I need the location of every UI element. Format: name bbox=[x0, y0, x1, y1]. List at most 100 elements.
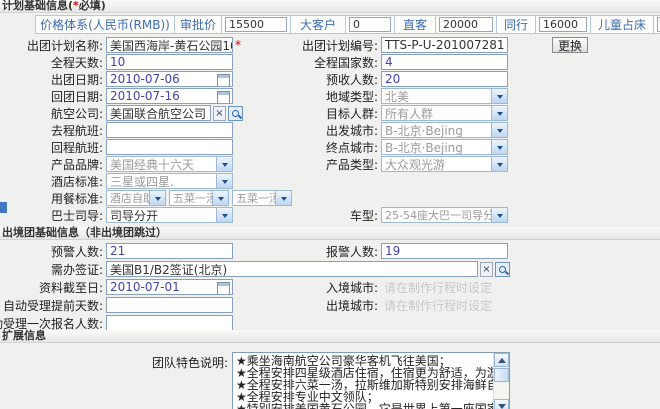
bus-guide-select[interactable]: 司导分开 bbox=[106, 207, 233, 223]
region-type-label: 地域类型: bbox=[326, 88, 378, 105]
plan-basic-form: 出团计划名称: 美国西海岸-黄石公园10日* 出团计划编号: TTS-P-U-2… bbox=[0, 37, 660, 224]
price-label-cell: 同行 bbox=[496, 15, 536, 34]
price-label-cell: 直客 bbox=[394, 15, 436, 34]
total-days-input[interactable]: 10 bbox=[106, 54, 233, 70]
plan-code-label: 出团计划编号: bbox=[302, 37, 378, 54]
price-label-cell: 儿童占床 bbox=[590, 15, 654, 34]
price-table: 价格体系(人民币(RMB)) 审批价 15500 大客户 0 直客 20000 … bbox=[35, 15, 660, 34]
region-type-select[interactable]: 北美 bbox=[381, 88, 508, 104]
visa-input[interactable]: 美国B1/B2签证(北京) bbox=[106, 261, 478, 277]
team-features-row: 团队特色说明: ★乘坐海南航空公司豪华客机飞往美国； ★全程安排四星级酒店住宿，… bbox=[0, 352, 510, 409]
end-city-label: 终点城市: bbox=[326, 139, 378, 156]
change-code-button[interactable]: 更换 bbox=[552, 37, 588, 53]
chevron-down-icon[interactable] bbox=[149, 191, 165, 205]
clear-icon[interactable] bbox=[213, 106, 226, 121]
form-row: 酒店标准: 三星或四星. bbox=[0, 173, 660, 189]
form-row: 航空公司: 美国联合航空公司 目标人群: 所有人群 bbox=[0, 105, 660, 121]
direct-customer-price-input[interactable]: 20000 bbox=[439, 17, 493, 32]
chevron-down-icon[interactable] bbox=[491, 208, 507, 222]
plan-name-input[interactable]: 美国西海岸-黄石公园10日 bbox=[106, 37, 233, 53]
material-deadline-input[interactable]: 2010-07-01 bbox=[106, 279, 233, 295]
meal-standard-select-3[interactable]: 五菜一汤 bbox=[232, 190, 292, 206]
section-title: 计划基础信息( bbox=[2, 0, 73, 12]
scrollbar[interactable] bbox=[493, 353, 509, 409]
return-date-input[interactable]: 2010-07-16 bbox=[106, 88, 233, 104]
depart-date-input[interactable]: 2010-07-06 bbox=[106, 71, 233, 87]
chevron-down-icon[interactable] bbox=[491, 157, 507, 171]
calendar-icon[interactable] bbox=[217, 74, 230, 87]
section-title: 扩展信息 bbox=[2, 329, 46, 342]
expect-count-input[interactable]: 20 bbox=[381, 71, 508, 87]
form-row: 出团日期: 2010-07-06 预收人数: 20 bbox=[0, 71, 660, 87]
product-type-label: 产品类型: bbox=[326, 156, 378, 173]
plan-name-label: 出团计划名称: bbox=[27, 37, 103, 54]
form-row: 用餐标准: 酒店自助五菜一汤五菜一汤 bbox=[0, 190, 660, 206]
form-row: 需办签证: 美国B1/B2签证(北京) bbox=[0, 261, 660, 277]
key-account-price-input[interactable]: 0 bbox=[349, 17, 391, 32]
meal-standard-select-1[interactable]: 酒店自助 bbox=[106, 190, 166, 206]
country-count-label: 全程国家数: bbox=[314, 54, 378, 71]
material-deadline-label: 资料截至日: bbox=[39, 279, 103, 296]
chevron-down-icon[interactable] bbox=[491, 123, 507, 137]
visa-label: 需办签证: bbox=[51, 261, 103, 278]
return-flight-input[interactable] bbox=[106, 139, 233, 155]
section-header-outbound: 出境团基础信息（非出境团跳过） bbox=[0, 227, 660, 240]
depart-city-select[interactable]: B-北京·Bejing bbox=[381, 122, 508, 138]
form-row: 预警人数: 21 报警人数: 19 bbox=[0, 243, 660, 259]
form-row: 回团日期: 2010-07-16 地域类型: 北美 bbox=[0, 88, 660, 104]
form-row: 回程航班: 终点城市: B-北京·Bejing bbox=[0, 139, 660, 155]
alarm-count-input[interactable]: 19 bbox=[381, 243, 508, 259]
calendar-icon[interactable] bbox=[217, 282, 230, 295]
product-type-select[interactable]: 大众观光游 bbox=[381, 156, 508, 172]
approval-price-input[interactable]: 15500 bbox=[225, 17, 287, 32]
target-group-select[interactable]: 所有人群 bbox=[381, 105, 508, 121]
clear-icon[interactable] bbox=[480, 262, 493, 277]
form-row: 自动受理一次报名人数: bbox=[0, 315, 660, 331]
chevron-down-icon[interactable] bbox=[275, 191, 291, 205]
price-value-cell: 15500 bbox=[221, 15, 291, 34]
end-city-select[interactable]: B-北京·Bejing bbox=[381, 139, 508, 155]
price-value-cell: 16000 bbox=[535, 15, 591, 34]
scrollbar-up-icon[interactable] bbox=[494, 353, 509, 367]
entry-city-placeholder: 请在制作行程时设定 bbox=[384, 279, 492, 296]
price-value-cell: 0 bbox=[345, 15, 395, 34]
scrollbar-thumb[interactable] bbox=[494, 368, 509, 382]
auto-accept-count-input[interactable] bbox=[106, 315, 233, 331]
price-value-cell: 20000 bbox=[435, 15, 497, 34]
auto-accept-days-input[interactable] bbox=[106, 297, 233, 313]
hotel-standard-label: 酒店标准: bbox=[51, 173, 103, 190]
chevron-down-icon[interactable] bbox=[216, 157, 232, 171]
chevron-down-icon[interactable] bbox=[212, 191, 228, 205]
chevron-down-icon[interactable] bbox=[491, 140, 507, 154]
chevron-down-icon[interactable] bbox=[216, 208, 232, 222]
airline-input[interactable]: 美国联合航空公司 bbox=[106, 105, 211, 121]
plan-code-input[interactable]: TTS-P-U-201007281 bbox=[381, 37, 508, 53]
exit-city-placeholder: 请在制作行程时设定 bbox=[384, 297, 492, 314]
hotel-standard-select[interactable]: 三星或四星. bbox=[106, 173, 233, 189]
exit-city-label: 出境城市: bbox=[326, 297, 378, 314]
search-icon[interactable] bbox=[228, 106, 243, 121]
bus-type-select[interactable]: 25-54座大巴一司导分开 bbox=[381, 207, 508, 223]
airline-label: 航空公司: bbox=[51, 105, 103, 122]
calendar-icon[interactable] bbox=[217, 91, 230, 104]
scrollbar-down-icon[interactable] bbox=[494, 399, 509, 409]
form-row: 资料截至日: 2010-07-01 入境城市: 请在制作行程时设定 bbox=[0, 279, 660, 295]
chevron-down-icon[interactable] bbox=[216, 174, 232, 188]
peer-price-input[interactable]: 16000 bbox=[539, 17, 587, 32]
warn-count-input[interactable]: 21 bbox=[106, 243, 233, 259]
required-star: * bbox=[235, 38, 241, 52]
alarm-count-label: 报警人数: bbox=[326, 243, 378, 260]
product-brand-select[interactable]: 美国经典十六天 bbox=[106, 156, 233, 172]
team-features-textarea[interactable]: ★乘坐海南航空公司豪华客机飞往美国； ★全程安排四星级酒店住宿，住宿更为舒适，为… bbox=[232, 352, 510, 409]
search-icon[interactable] bbox=[495, 262, 510, 277]
auto-accept-days-label: 自动受理提前天数: bbox=[3, 297, 103, 314]
chevron-down-icon[interactable] bbox=[491, 89, 507, 103]
chevron-down-icon[interactable] bbox=[491, 106, 507, 120]
warn-count-label: 预警人数: bbox=[51, 243, 103, 260]
meal-standard-select-2[interactable]: 五菜一汤 bbox=[169, 190, 229, 206]
country-count-input[interactable]: 4 bbox=[381, 54, 508, 70]
section-header-extended: 扩展信息 bbox=[0, 330, 660, 343]
depart-flight-input[interactable] bbox=[106, 122, 233, 138]
return-date-label: 回团日期: bbox=[51, 88, 103, 105]
price-system-label-cell: 价格体系(人民币(RMB)) bbox=[35, 15, 175, 34]
